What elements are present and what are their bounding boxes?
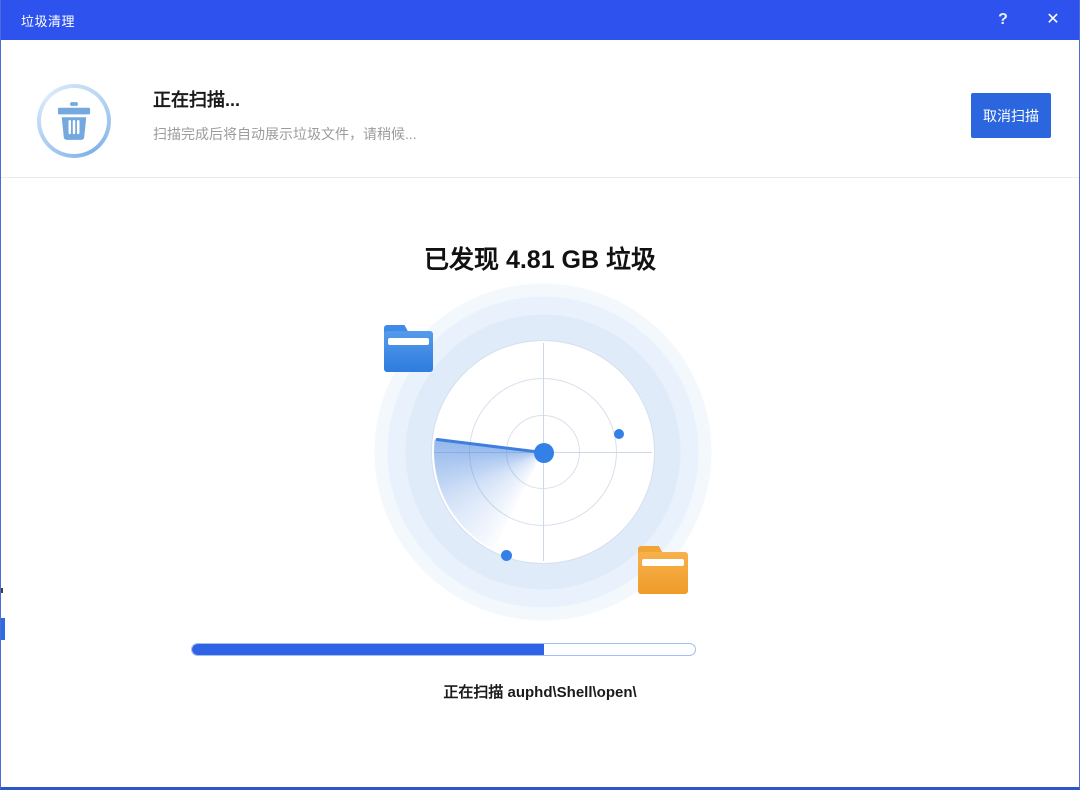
radar-blip-right	[614, 429, 624, 439]
trash-avatar-ring	[37, 84, 111, 158]
scan-status-title: 正在扫描...	[153, 86, 240, 112]
orange-folder-stripe	[642, 559, 684, 566]
left-edge-artifact-blue	[1, 618, 5, 640]
close-icon[interactable]: ✕	[1043, 10, 1063, 30]
radar-disc	[431, 340, 655, 564]
trash-icon	[57, 102, 91, 140]
left-edge-artifact-dark	[1, 588, 3, 593]
titlebar-actions: ? ✕	[993, 10, 1063, 30]
scanning-path-status: 正在扫描 auphd\Shell\open\	[1, 681, 1079, 702]
help-icon[interactable]: ?	[993, 10, 1013, 30]
trash-avatar	[41, 88, 107, 154]
scan-progress-bar	[191, 643, 696, 656]
junk-clean-window: 垃圾清理 ? ✕	[0, 0, 1080, 790]
radar-center-dot	[534, 443, 554, 463]
blue-folder-stripe	[388, 338, 429, 345]
cancel-scan-button[interactable]: 取消扫描	[971, 93, 1051, 138]
window-title: 垃圾清理	[21, 11, 75, 30]
title-bar[interactable]: 垃圾清理 ? ✕	[1, 0, 1079, 40]
radar-blip-bottom	[501, 550, 512, 561]
scan-header: 正在扫描... 扫描完成后将自动展示垃圾文件，请稍候... 取消扫描	[1, 40, 1079, 178]
scan-status-subtitle: 扫描完成后将自动展示垃圾文件，请稍候...	[153, 124, 417, 144]
radar-scan-graphic	[373, 282, 713, 622]
scan-progress-fill	[192, 644, 544, 655]
blue-folder-icon	[384, 325, 433, 372]
found-size-heading: 已发现 4.81 GB 垃圾	[1, 240, 1079, 276]
orange-folder-icon	[638, 546, 688, 594]
